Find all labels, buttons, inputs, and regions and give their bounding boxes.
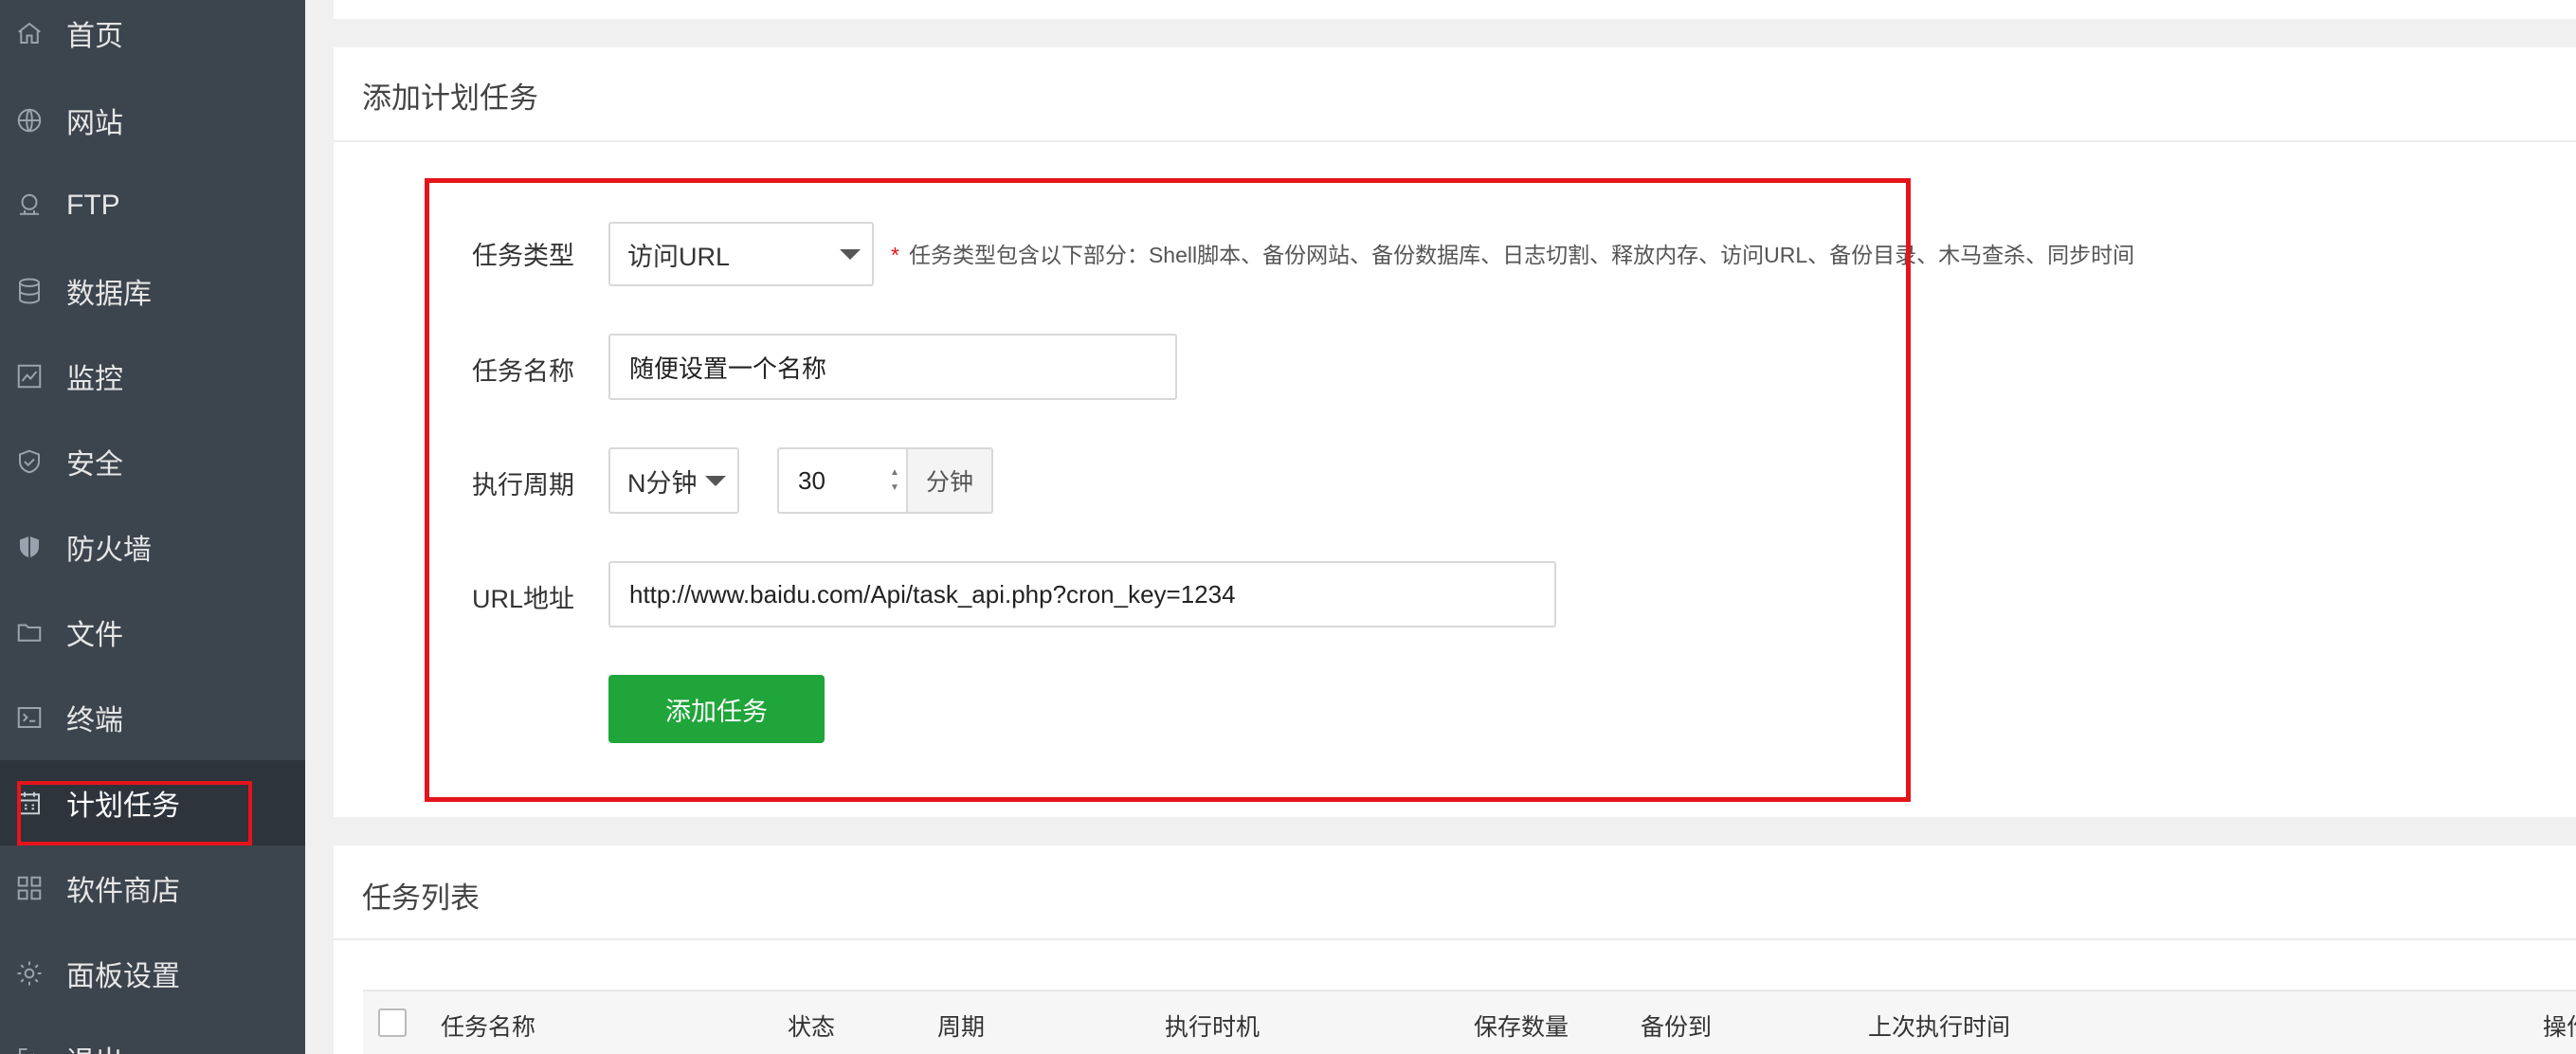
sidebar-item-label: 防火墙 [66, 535, 152, 566]
sidebar-item-label: 软件商店 [66, 876, 180, 907]
column-header[interactable]: 保存数量 [1474, 1009, 1569, 1043]
sidebar-item-settings[interactable]: 面板设置 [0, 931, 305, 1016]
shield-check-icon [13, 445, 45, 478]
sidebar-item-label: 面板设置 [66, 961, 180, 992]
monitor-icon [13, 360, 45, 392]
column-header[interactable]: 状态 [788, 1009, 835, 1043]
column-header[interactable]: 周期 [937, 1009, 985, 1043]
sidebar-item-label: 首页 [66, 21, 123, 52]
sidebar-item-label: 文件 [66, 620, 123, 651]
sidebar-item-store[interactable]: 软件商店 [0, 845, 305, 931]
sidebar-item-label: 安全 [66, 449, 123, 481]
gear-icon [13, 957, 45, 990]
active-item-highlight [17, 781, 252, 845]
column-header[interactable]: 操作 [2543, 1009, 2576, 1043]
terminal-icon [13, 701, 45, 734]
top-panel [334, 0, 2576, 19]
logout-icon [13, 1043, 45, 1054]
panel-title: 添加计划任务 [362, 82, 538, 115]
sidebar-item-label: 监控 [66, 364, 123, 395]
ftp-icon [13, 190, 45, 222]
form-highlight-box [425, 178, 1911, 802]
apps-grid-icon [13, 872, 45, 904]
sidebar-item-firewall[interactable]: 防火墙 [0, 504, 305, 590]
column-header[interactable]: 备份到 [1641, 1009, 1712, 1043]
sidebar-item-label: 退出 [66, 1038, 123, 1054]
database-icon [13, 275, 45, 307]
column-header[interactable]: 执行时机 [1165, 1009, 1260, 1043]
column-header[interactable]: 上次执行时间 [1868, 1009, 2010, 1043]
panel-title: 任务列表 [362, 881, 480, 915]
select-all-checkbox[interactable] [378, 1009, 407, 1037]
sidebar-item-website[interactable]: 网站 [0, 78, 305, 163]
sidebar-item-files[interactable]: 文件 [0, 590, 305, 675]
folder-icon [13, 616, 45, 648]
divider [334, 140, 2576, 142]
firewall-shield-icon [13, 531, 45, 563]
home-icon [13, 17, 45, 49]
globe-icon [13, 104, 45, 136]
divider [334, 938, 2576, 940]
sidebar-item-label: 数据库 [66, 279, 152, 310]
sidebar-item-ftp[interactable]: FTP [0, 163, 305, 248]
sidebar-item-label: 终端 [66, 705, 123, 736]
sidebar-item-database[interactable]: 数据库 [0, 248, 305, 334]
sidebar: 首页 网站 FTP 数据库 监控 安全 防火墙 文件 终端 计划任务 软件商店 … [0, 0, 305, 1054]
sidebar-item-logout[interactable]: 退出 [0, 1016, 305, 1054]
sidebar-item-label: 网站 [66, 108, 123, 139]
sidebar-item-monitor[interactable]: 监控 [0, 334, 305, 419]
sidebar-item-security[interactable]: 安全 [0, 419, 305, 504]
column-header[interactable]: 任务名称 [441, 1009, 535, 1043]
table-header: 任务名称 状态 周期 执行时机 保存数量 备份到 上次执行时间 操作 [363, 990, 2576, 1054]
sidebar-item-label: FTP [66, 190, 120, 221]
sidebar-item-terminal[interactable]: 终端 [0, 675, 305, 760]
sidebar-item-home[interactable]: 首页 [0, 0, 305, 76]
